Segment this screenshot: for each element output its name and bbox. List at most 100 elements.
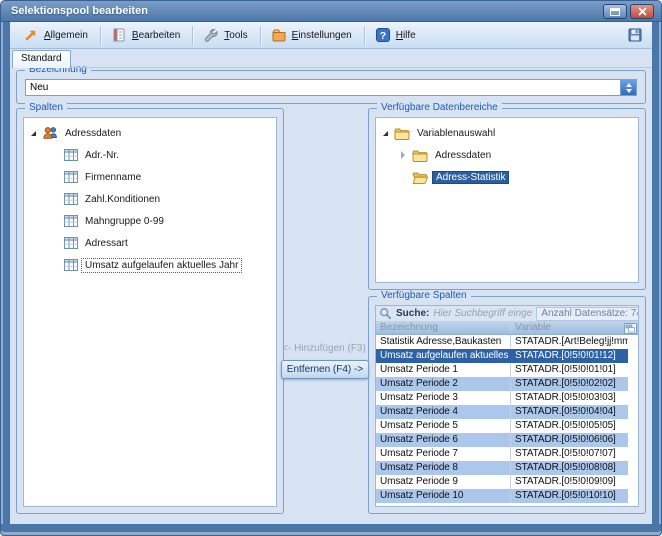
restore-button[interactable]: [603, 4, 627, 19]
remove-button[interactable]: Entfernen (F4) ->: [281, 360, 369, 379]
tree-item-label: Adressdaten: [432, 149, 494, 162]
window-content: Allgemein Bearbeiten Tools Einstellungen? Hi…: [10, 22, 652, 524]
search-bar[interactable]: Suche: Hier Suchbegriff einge Anzahl Dat…: [376, 306, 638, 322]
tree-item[interactable]: Umsatz aufgelaufen aktuelles Jahr: [24, 254, 276, 276]
grid-row[interactable]: Umsatz Periode 9STATADR.[0!5!0!09!09]: [376, 475, 628, 489]
verfuegbare-spalten-group-label: Verfügbare Spalten: [377, 290, 471, 301]
tree-expanded-icon[interactable]: [380, 131, 390, 136]
cell-bezeichnung: Umsatz Periode 4: [376, 405, 510, 419]
tab-panel-divider: [10, 67, 652, 68]
folder-closed-icon: [412, 149, 428, 162]
grid-row[interactable]: Umsatz Periode 1STATADR.[0!5!0!01!01]: [376, 363, 628, 377]
search-input[interactable]: Hier Suchbegriff einge: [433, 308, 532, 319]
tab-standard-label: Standard: [21, 53, 62, 64]
spinner-down-icon: [626, 89, 632, 93]
cell-variable: STATADR.[0!5!0!01!12]: [510, 349, 628, 363]
bezeichnung-value: Neu: [30, 80, 48, 95]
save-button[interactable]: [624, 24, 646, 46]
close-icon: [638, 7, 647, 16]
help-icon: ?: [375, 27, 391, 43]
close-button[interactable]: [630, 4, 654, 19]
add-button[interactable]: <- Hinzufügen (F3): [276, 343, 372, 354]
cell-variable: STATADR.[0!5!0!04!04]: [510, 405, 628, 419]
toolbar-button-allgemein[interactable]: Allgemein: [16, 25, 97, 46]
cell-bezeichnung: Umsatz Periode 9: [376, 475, 510, 489]
column-header-variable[interactable]: Variable: [510, 322, 638, 334]
combobox-spinner-button[interactable]: [620, 80, 636, 95]
cell-bezeichnung: Umsatz Periode 1: [376, 363, 510, 377]
tree-item-label: Firmenname: [82, 171, 144, 184]
grid-row[interactable]: Umsatz Periode 4STATADR.[0!5!0!04!04]: [376, 405, 628, 419]
table-icon: [64, 149, 78, 161]
toolbar-button-label: Hilfe: [396, 30, 416, 41]
spalten-group-label: Spalten: [25, 102, 67, 113]
users-icon: [42, 126, 58, 140]
cell-variable: STATADR.[0!5!0!08!08]: [510, 461, 628, 475]
folder-open-icon: [412, 171, 428, 184]
column-options-button[interactable]: [624, 323, 637, 334]
toolbar-button-label: Einstellungen: [292, 30, 352, 41]
grid-row[interactable]: Umsatz Periode 3STATADR.[0!5!0!03!03]: [376, 391, 628, 405]
table-icon: [64, 237, 78, 249]
cell-bezeichnung: Umsatz Periode 5: [376, 419, 510, 433]
grid-row[interactable]: Umsatz aufgelaufen aktuelles JahrSTATADR…: [376, 349, 628, 363]
record-count: Anzahl Datensätze: 74: [536, 307, 639, 321]
restore-icon: [610, 8, 620, 16]
cell-variable: STATADR.[0!5!0!06!06]: [510, 433, 628, 447]
grid-row[interactable]: Umsatz Periode 8STATADR.[0!5!0!08!08]: [376, 461, 628, 475]
toolbar-button-label: Allgemein: [44, 30, 88, 41]
column-header-bezeichnung[interactable]: Bezeichnung: [376, 322, 510, 334]
toolbar-button-einstellungen[interactable]: Einstellungen: [264, 25, 361, 46]
cell-variable: STATADR.[0!5!0!05!05]: [510, 419, 628, 433]
toolbar-button-bearbeiten[interactable]: Bearbeiten: [104, 25, 189, 46]
tree-item-label: Adr.-Nr.: [82, 149, 122, 162]
cell-variable: STATADR.[0!5!0!01!01]: [510, 363, 628, 377]
cell-bezeichnung: Umsatz Periode 2: [376, 377, 510, 391]
grid-row[interactable]: Umsatz Periode 5STATADR.[0!5!0!05!05]: [376, 419, 628, 433]
tree-item[interactable]: Adressdaten: [24, 122, 276, 144]
search-label: Suche:: [396, 308, 429, 319]
tree-item[interactable]: Adr.-Nr.: [24, 144, 276, 166]
tree-item[interactable]: Mahngruppe 0-99: [24, 210, 276, 232]
tree-item[interactable]: Firmenname: [24, 166, 276, 188]
arrow-ne-icon: [23, 27, 39, 43]
tree-item[interactable]: Zahl.Konditionen: [24, 188, 276, 210]
grid-row[interactable]: Umsatz Periode 6STATADR.[0!5!0!06!06]: [376, 433, 628, 447]
datenbereiche-listbox: Variablenauswahl Adressdaten Adress-Statis…: [375, 117, 639, 283]
grid-header: Bezeichnung Variable: [376, 322, 638, 335]
window-controls: [603, 4, 654, 19]
spalten-listbox: Adressdaten Adr.-Nr. Firmenname Zahl.Kondit…: [23, 117, 277, 507]
search-icon: [379, 307, 392, 320]
window-frame-right: [652, 22, 662, 524]
grid-row[interactable]: Umsatz Periode 10STATADR.[0!5!0!10!10]: [376, 489, 628, 503]
bezeichnung-combobox[interactable]: Neu: [25, 79, 637, 96]
tree-item[interactable]: Adressdaten: [376, 144, 638, 166]
tree-item-label: Mahngruppe 0-99: [82, 215, 167, 228]
toolbar: Allgemein Bearbeiten Tools Einstellungen? Hi…: [10, 22, 652, 49]
tree-collapsed-icon[interactable]: [398, 151, 408, 159]
tools-icon: [203, 27, 219, 43]
grid-row[interactable]: Umsatz Periode 7STATADR.[0!5!0!07!07]: [376, 447, 628, 461]
cell-variable: STATADR.[0!5!0!03!03]: [510, 391, 628, 405]
datenbereiche-group: Verfügbare Datenbereiche Variablenauswah…: [368, 108, 646, 290]
spalten-group: Spalten AdressdatenAdr.-Nr.FirmennameZah…: [16, 108, 284, 514]
settings-icon: [271, 27, 287, 43]
tree-item[interactable]: Variablenauswahl: [376, 122, 638, 144]
tree-item-label: Variablenauswahl: [414, 127, 498, 140]
toolbar-button-hilfe[interactable]: ? Hilfe: [368, 25, 425, 46]
tree-item[interactable]: Adress-Statistik: [376, 166, 638, 188]
folder-closed-icon: [394, 127, 410, 140]
toolbar-button-tools[interactable]: Tools: [196, 25, 256, 46]
tree-expanded-icon[interactable]: [28, 131, 38, 136]
titlebar: Selektionspool bearbeiten: [0, 0, 662, 22]
tree-item-label: Adressdaten: [62, 127, 124, 140]
grid-row[interactable]: Statistik Adresse,BaukastenSTATADR.[Art!…: [376, 335, 628, 349]
tab-standard[interactable]: Standard: [12, 50, 71, 68]
save-icon: [627, 27, 643, 43]
window-frame-bottom: [0, 524, 662, 536]
grid-row[interactable]: Umsatz Periode 2STATADR.[0!5!0!02!02]: [376, 377, 628, 391]
cell-bezeichnung: Umsatz Periode 6: [376, 433, 510, 447]
cell-bezeichnung: Umsatz Periode 8: [376, 461, 510, 475]
toolbar-separator: [260, 26, 261, 45]
tree-item[interactable]: Adressart: [24, 232, 276, 254]
